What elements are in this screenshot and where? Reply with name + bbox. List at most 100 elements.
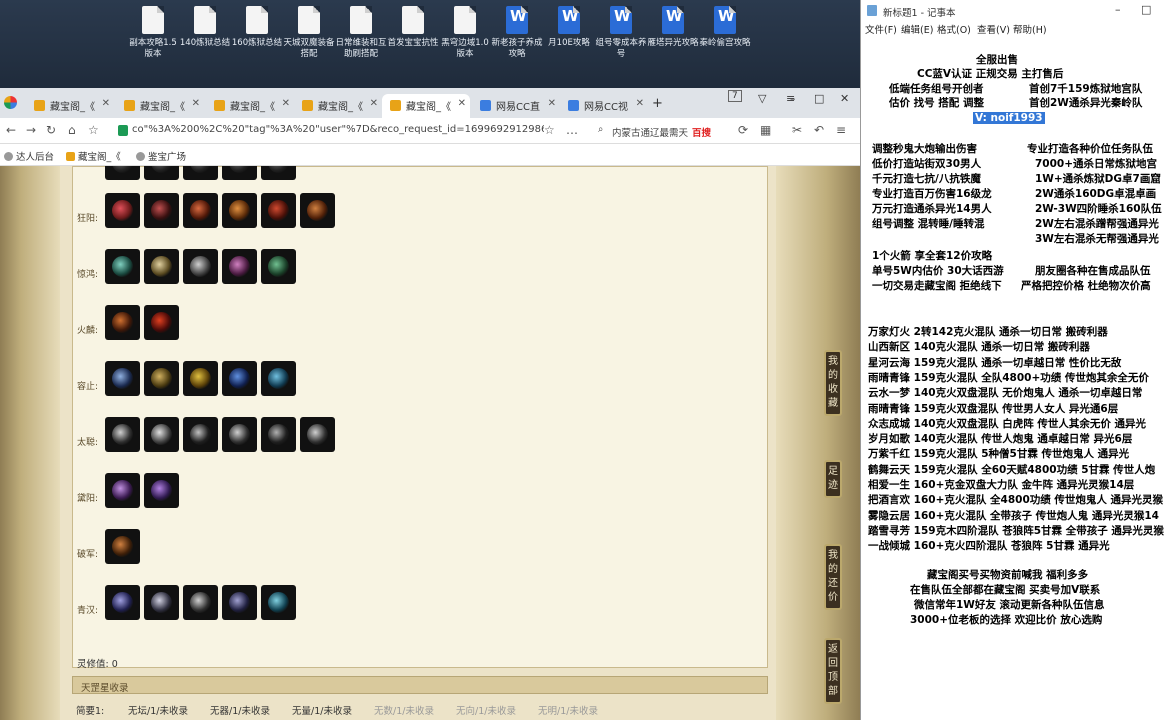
browser-tab[interactable]: 藏宝阁_《 ✕ <box>294 94 382 118</box>
bookmark-item[interactable]: 鉴宝广场 <box>136 149 186 163</box>
equipment-item-icon[interactable] <box>144 193 179 228</box>
minimize-icon[interactable]: – <box>790 92 796 105</box>
collect-item[interactable]: 无数/1/未收录 <box>374 703 434 717</box>
bookmark-item[interactable]: 达人后台 <box>4 149 54 163</box>
browser-tab[interactable]: 网易CC直 ✕ <box>472 94 560 118</box>
menu-view[interactable]: 查看(V) <box>977 22 1010 36</box>
footprint-button[interactable]: 足迹 <box>824 460 842 498</box>
collect-item[interactable]: 无量/1/未收录 <box>292 703 352 717</box>
tab-close-icon[interactable]: ✕ <box>282 98 290 109</box>
equipment-item-icon[interactable] <box>105 361 140 396</box>
browser-menu-icon[interactable]: ≡ <box>836 123 846 137</box>
forward-icon[interactable]: → <box>26 123 36 137</box>
back-to-top-button[interactable]: 返回顶部 <box>824 638 842 704</box>
equipment-item-icon[interactable] <box>144 473 179 508</box>
equipment-item-icon[interactable] <box>300 417 335 452</box>
desktop-file-icon[interactable]: 160炼狱总结 <box>230 6 284 76</box>
sync-icon[interactable]: ⟳ <box>738 123 748 137</box>
my-offers-button[interactable]: 我的还价 <box>824 544 842 610</box>
browser-logo-icon[interactable] <box>4 96 17 109</box>
menu-edit[interactable]: 编辑(E) <box>901 22 933 36</box>
back-icon[interactable]: ← <box>6 123 16 137</box>
my-favorites-button[interactable]: 我的收藏 <box>824 350 842 416</box>
shirt-icon[interactable]: ▽ <box>758 92 766 105</box>
equipment-item-icon[interactable] <box>105 585 140 620</box>
browser-tab[interactable]: 藏宝阁_《 ✕ <box>206 94 294 118</box>
notepad-text-area[interactable]: 全服出售 CC蓝V认证 正规交易 主打售后 低端任务组号开创者 首创7千159炼狱地宫… <box>861 36 1172 720</box>
equipment-item-icon[interactable] <box>105 249 140 284</box>
search-box[interactable]: ⌕ 内蒙古通辽最需天 百搜 <box>594 121 726 141</box>
equipment-item-icon[interactable] <box>261 361 296 396</box>
desktop-file-icon[interactable]: 首发宝宝抗性 <box>386 6 440 76</box>
equipment-item-icon[interactable] <box>183 585 218 620</box>
desktop-file-icon[interactable]: 秦岭偷宫攻略 <box>698 6 752 76</box>
collect-item[interactable]: 无明/1/未收录 <box>538 703 598 717</box>
equipment-item-icon[interactable] <box>105 193 140 228</box>
browser-tab[interactable]: 藏宝阁_《 ✕ <box>382 94 470 118</box>
desktop-file-icon[interactable]: 新老孩子养成攻略 <box>490 6 544 76</box>
bookmark-star-icon[interactable]: ☆ <box>88 123 99 137</box>
menu-format[interactable]: 格式(O) <box>937 22 971 36</box>
equipment-item-icon[interactable] <box>261 249 296 284</box>
equipment-item-icon[interactable] <box>183 361 218 396</box>
desktop-file-icon[interactable]: 组号零成本养号 <box>594 6 648 76</box>
equipment-item-icon[interactable] <box>222 585 257 620</box>
equipment-item-icon[interactable] <box>183 166 218 180</box>
maximize-icon[interactable]: □ <box>1141 3 1151 16</box>
equipment-item-icon[interactable] <box>144 249 179 284</box>
tab-close-icon[interactable]: ✕ <box>102 98 110 109</box>
equipment-item-icon[interactable] <box>222 166 257 180</box>
equipment-item-icon[interactable] <box>144 585 179 620</box>
home-icon[interactable]: ⌂ <box>68 123 76 137</box>
minimize-icon[interactable]: – <box>1115 3 1121 16</box>
equipment-item-icon[interactable] <box>144 361 179 396</box>
equipment-item-icon[interactable] <box>183 249 218 284</box>
equipment-item-icon[interactable] <box>261 417 296 452</box>
equipment-item-icon[interactable] <box>144 166 179 180</box>
undo-icon[interactable]: ↶ <box>814 123 824 137</box>
tab-close-icon[interactable]: ✕ <box>458 98 466 109</box>
tab-close-icon[interactable]: ✕ <box>636 98 644 109</box>
refresh-icon[interactable]: ↻ <box>46 123 56 137</box>
equipment-item-icon[interactable] <box>105 473 140 508</box>
equipment-item-icon[interactable] <box>222 361 257 396</box>
tab-close-icon[interactable]: ✕ <box>370 98 378 109</box>
scissors-icon[interactable]: ✂ <box>792 123 802 137</box>
new-tab-button[interactable]: + <box>652 96 663 111</box>
equipment-item-icon[interactable] <box>105 305 140 340</box>
address-bar[interactable]: co"%3A%200%2C%20"tag"%3A%20"user"%7D&rec… <box>114 121 544 141</box>
equipment-item-icon[interactable] <box>105 417 140 452</box>
maximize-icon[interactable]: □ <box>814 92 824 105</box>
equipment-item-icon[interactable] <box>222 417 257 452</box>
equipment-item-icon[interactable] <box>105 529 140 564</box>
equipment-item-icon[interactable] <box>144 417 179 452</box>
equipment-item-icon[interactable] <box>261 585 296 620</box>
equipment-item-icon[interactable] <box>183 193 218 228</box>
desktop-file-icon[interactable]: 雁塔异光攻略 <box>646 6 700 76</box>
equipment-item-icon[interactable] <box>144 305 179 340</box>
equipment-item-icon[interactable] <box>261 193 296 228</box>
tab-close-icon[interactable]: ✕ <box>192 98 200 109</box>
desktop-file-icon[interactable]: 黑穹边域1.0版本 <box>438 6 492 76</box>
equipment-item-icon[interactable] <box>222 249 257 284</box>
apps-grid-icon[interactable]: ▦ <box>760 123 771 137</box>
equipment-item-icon[interactable] <box>183 417 218 452</box>
equipment-item-icon[interactable] <box>222 193 257 228</box>
browser-tab[interactable]: 网易CC视 ✕ <box>560 94 648 118</box>
desktop-file-icon[interactable]: 副本攻略1.5版本 <box>126 6 180 76</box>
desktop-file-icon[interactable]: 月10E攻略 <box>542 6 596 76</box>
close-icon[interactable]: ✕ <box>840 92 849 105</box>
desktop-file-icon[interactable]: 天城双魔装备搭配 <box>282 6 336 76</box>
collect-item[interactable]: 无向/1/未收录 <box>456 703 516 717</box>
equipment-item-icon[interactable] <box>105 166 140 180</box>
menu-help[interactable]: 帮助(H) <box>1013 22 1047 36</box>
desktop-file-icon[interactable]: 日常维装和互助刷搭配 <box>334 6 388 76</box>
menu-file[interactable]: 文件(F) <box>865 22 897 36</box>
equipment-item-icon[interactable] <box>300 193 335 228</box>
desktop-file-icon[interactable]: 140炼狱总结 <box>178 6 232 76</box>
bookmark-item[interactable]: 藏宝阁_《 <box>66 149 121 163</box>
browser-tab[interactable]: 藏宝阁_《 ✕ <box>116 94 204 118</box>
collect-item[interactable]: 无坛/1/未收录 <box>128 703 188 717</box>
star-icon[interactable]: ☆ <box>544 123 555 137</box>
tab-close-icon[interactable]: ✕ <box>548 98 556 109</box>
